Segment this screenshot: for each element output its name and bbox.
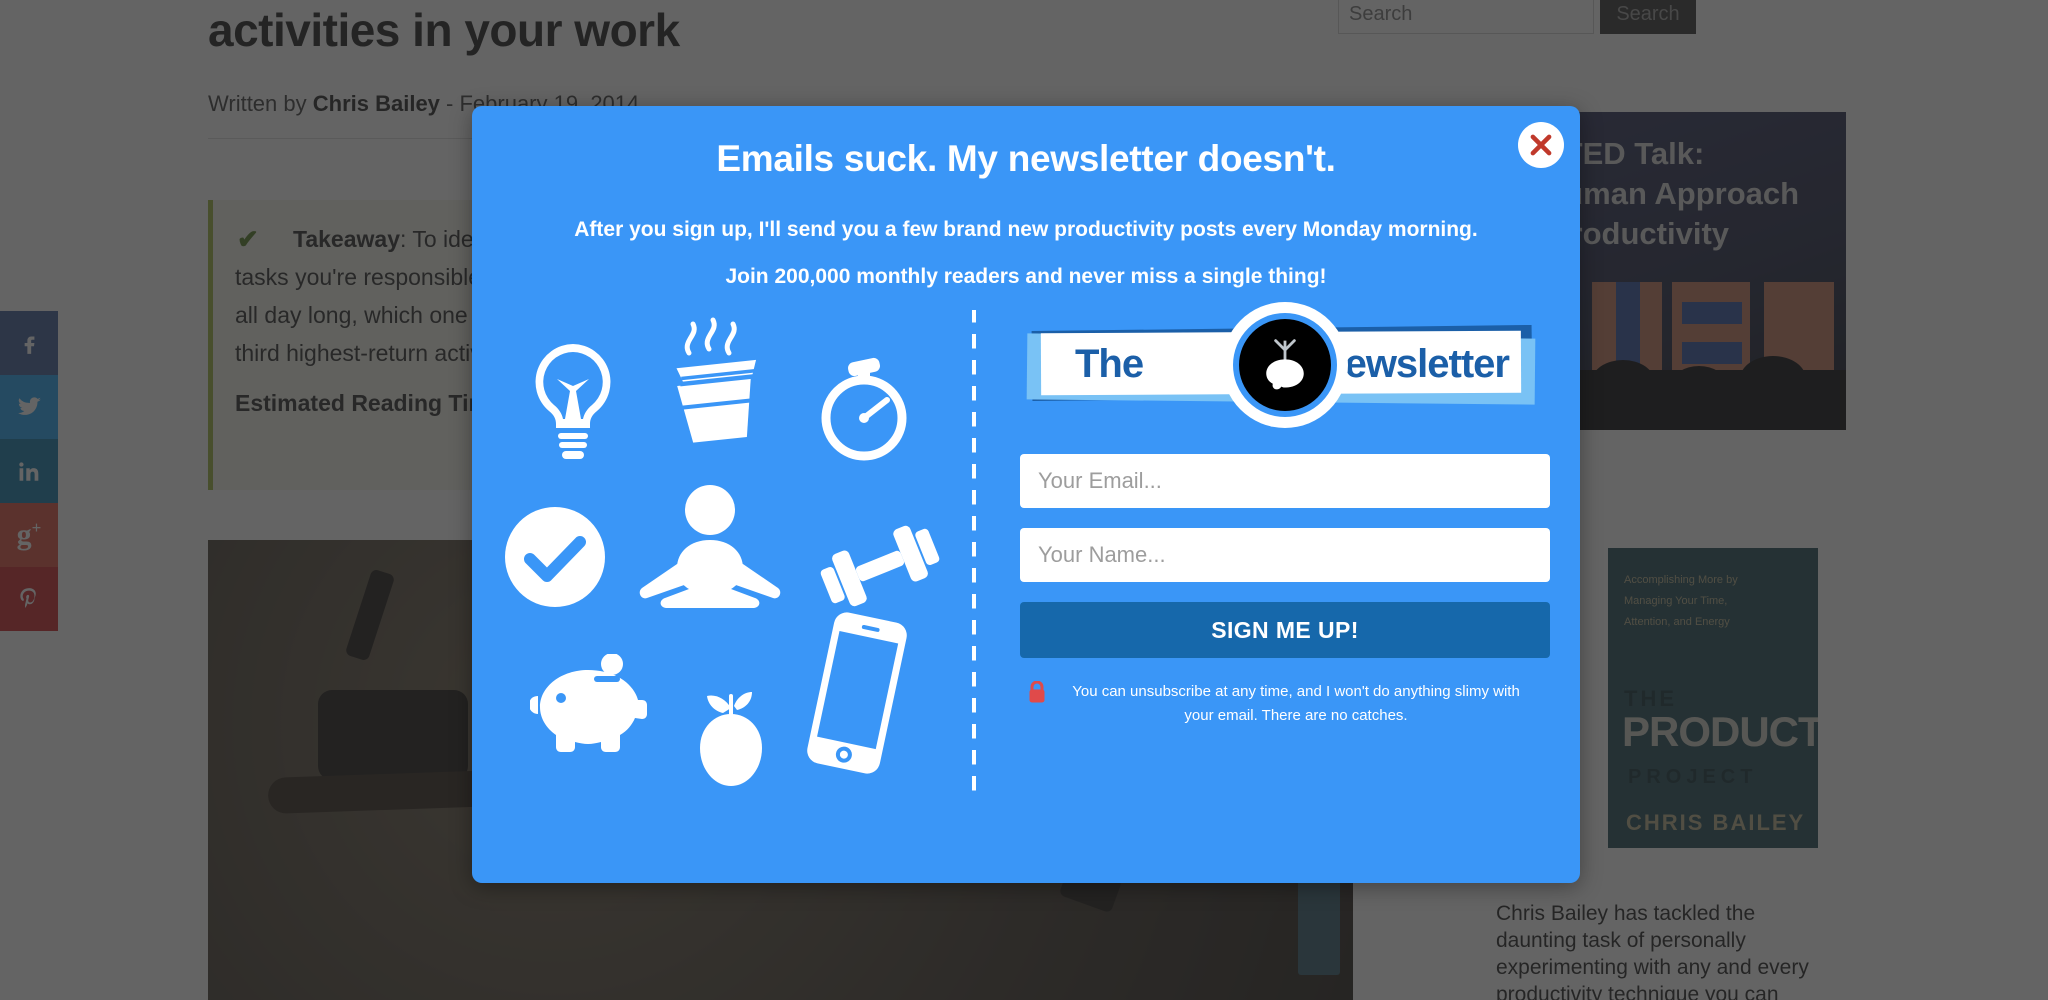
modal-title: Emails suck. My newsletter doesn't. (716, 138, 1336, 179)
modal-subtitle-line-1: After you sign up, I'll send you a few b… (574, 218, 1478, 241)
piggy-bank-icon (530, 654, 658, 754)
newsletter-signup-modal: Emails suck. My newsletter doesn't. Afte… (472, 106, 1580, 883)
check-circle-icon (502, 504, 608, 610)
privacy-notice: You can unsubscribe at any time, and I w… (1020, 680, 1550, 728)
lock-icon (1028, 680, 1046, 703)
brain-icon (1222, 302, 1348, 428)
logo-text-left: The (1075, 342, 1144, 386)
coffee-cup-icon (660, 316, 772, 456)
privacy-text: You can unsubscribe at any time, and I w… (1072, 683, 1520, 724)
email-input[interactable] (1020, 454, 1550, 508)
brain-glyph (1266, 339, 1304, 390)
apple-icon (688, 684, 774, 788)
signup-form: The Newsletter SIGN ME UP! (1020, 302, 1550, 728)
screen: activities in your work Written by Chris… (0, 0, 2048, 1000)
modal-subtitle-line-2: Join 200,000 monthly readers and never m… (725, 265, 1327, 288)
productivity-illustration (492, 316, 972, 846)
meditation-icon (620, 484, 800, 624)
stopwatch-icon (814, 356, 914, 466)
smartphone-icon (802, 608, 912, 778)
newsletter-logo: The Newsletter (1026, 302, 1543, 428)
lightbulb-icon (520, 338, 626, 466)
sign-me-up-button[interactable]: SIGN ME UP! (1020, 602, 1550, 658)
name-input[interactable] (1020, 528, 1550, 582)
dumbbell-icon (810, 516, 950, 616)
modal-dashed-divider (972, 310, 976, 800)
